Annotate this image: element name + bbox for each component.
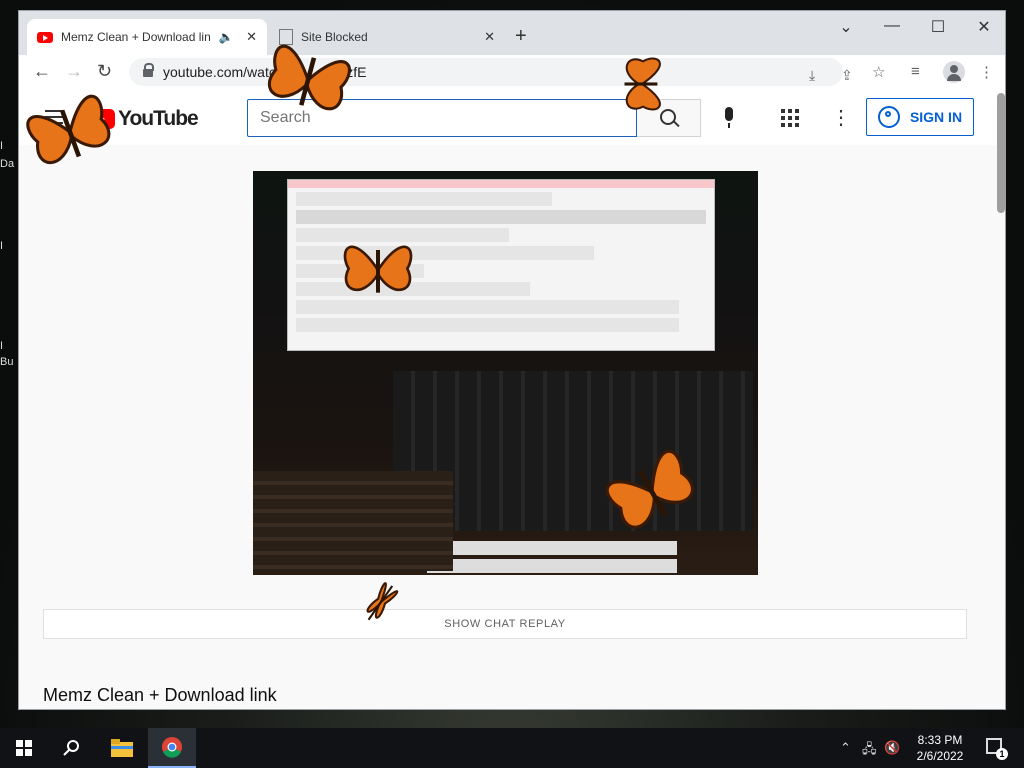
close-tab-icon[interactable]: ✕ <box>246 29 257 45</box>
taskbar-search-button[interactable] <box>48 728 96 768</box>
clock-date: 2/6/2022 <box>916 749 964 763</box>
windows-start-icon <box>16 740 32 756</box>
network-icon[interactable]: 🖧 <box>862 740 877 762</box>
tab-title: Memz Clean + Download lin <box>61 30 211 44</box>
minimize-button[interactable]: — <box>869 17 915 35</box>
chrome-taskbar-button[interactable] <box>148 728 196 768</box>
close-window-button[interactable]: ✕ <box>961 17 1007 37</box>
page-scrollbar[interactable] <box>997 93 1005 213</box>
youtube-page: YouTube ⋮ SIGN IN <box>19 89 1005 709</box>
butterfly-icon <box>268 44 351 111</box>
youtube-logo-text: YouTube <box>118 107 199 130</box>
desktop-icon-label[interactable]: Bu <box>0 356 13 368</box>
address-bar[interactable]: youtube.com/watch?v=…NFczfE ⤓ ⇪ <box>129 58 853 86</box>
desktop-icon-label[interactable]: I <box>0 340 3 352</box>
tab-youtube[interactable]: Memz Clean + Download lin 🔈 ✕ <box>27 19 267 55</box>
youtube-header: YouTube ⋮ SIGN IN <box>19 89 1005 145</box>
audio-playing-icon[interactable]: 🔈 <box>219 30 234 44</box>
notification-count-badge: 1 <box>996 748 1008 760</box>
tab-search-button[interactable]: ⌄ <box>823 17 869 37</box>
new-tab-button[interactable]: + <box>515 25 527 48</box>
video-title: Memz Clean + Download link <box>43 685 277 705</box>
tab-strip: Memz Clean + Download lin 🔈 ✕ Site Block… <box>19 11 1005 55</box>
chrome-menu-icon[interactable]: ⋮ <box>979 63 994 81</box>
bookmark-star-icon[interactable]: ☆ <box>872 63 885 81</box>
chrome-icon <box>162 737 182 758</box>
taskbar: ⌃ 🖧 🔇 8:33 PM 2/6/2022 1 <box>0 728 1024 768</box>
sign-in-button[interactable]: SIGN IN <box>866 98 974 136</box>
clock[interactable]: 8:33 PM 2/6/2022 <box>906 732 974 764</box>
desktop-icon-label[interactable]: I <box>0 240 3 252</box>
sign-in-label: SIGN IN <box>909 109 963 125</box>
install-app-icon[interactable]: ⤓ <box>809 67 815 84</box>
start-button[interactable] <box>0 728 48 768</box>
show-chat-replay-button[interactable]: SHOW CHAT REPLAY <box>43 609 967 639</box>
desktop-icon-label[interactable]: I <box>0 140 3 152</box>
butterfly-icon <box>26 94 111 165</box>
show-hidden-icons-chevron[interactable]: ⌃ <box>840 740 851 756</box>
settings-more-icon[interactable]: ⋮ <box>831 105 851 130</box>
butterfly-icon <box>605 449 695 529</box>
browser-window: Memz Clean + Download lin 🔈 ✕ Site Block… <box>18 10 1006 710</box>
desktop-icon-label[interactable]: Da <box>0 158 14 170</box>
file-explorer-button[interactable] <box>98 728 146 768</box>
close-tab-icon[interactable]: ✕ <box>484 29 495 45</box>
youtube-icon <box>37 31 53 43</box>
butterfly-icon <box>624 57 661 111</box>
apps-grid-icon[interactable] <box>781 109 799 127</box>
clock-time: 8:33 PM <box>917 733 963 747</box>
search-icon <box>63 740 79 756</box>
share-icon[interactable]: ⇪ <box>841 67 853 84</box>
lock-icon[interactable] <box>143 63 154 77</box>
microphone-icon[interactable] <box>725 107 733 128</box>
maximize-button[interactable]: ☐ <box>915 17 961 37</box>
profile-avatar-icon[interactable] <box>943 61 965 83</box>
browser-toolbar: ← → ↻ youtube.com/watch?v=…NFczfE ⤓ ⇪ ☆ … <box>19 55 1005 89</box>
butterfly-icon <box>366 582 399 621</box>
account-icon <box>877 106 900 128</box>
media-control-icon[interactable]: ≡ <box>911 63 920 80</box>
volume-muted-icon[interactable]: 🔇 <box>884 740 900 756</box>
butterfly-icon <box>343 245 413 293</box>
folder-icon <box>111 739 133 757</box>
